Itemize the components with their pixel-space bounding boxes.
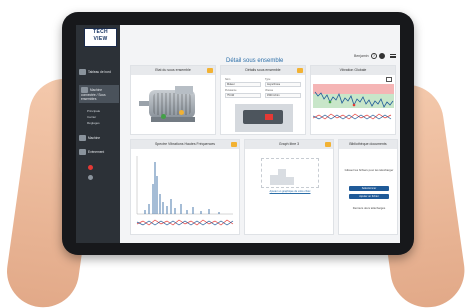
edit-icon[interactable] [207,68,213,73]
sidebar: TECH VIEW Tableau de bord Machine connec… [76,25,120,243]
add-file-button[interactable]: Ajouter un fichier [349,194,389,199]
field-label: Nom [225,78,231,81]
card-vibration: Vibration Globale [310,65,396,135]
sidebar-subitem-principale[interactable]: Principale [87,109,100,113]
card-title: Graph libre 3 [245,140,333,149]
equipment-photo [235,104,293,132]
card-title-text: Etat du sous ensemble [155,68,191,72]
select-file-button[interactable]: Sélectionner [349,186,389,191]
card-state: Etat du sous ensemble [130,65,216,135]
field-value: Moteur [225,82,261,87]
field-value: 1500 tr/min [265,93,301,98]
card-free-slot: Graph libre 3 Ajouter un graphique de vo… [244,139,334,235]
alert-badge [88,165,93,170]
field-label: Vitesse [265,89,274,92]
toggle-icon[interactable] [379,53,385,59]
sidebar-item-label: Tableau de bord [88,69,111,74]
card-title: Spectre Vibrations Hautes Fréquences [131,140,239,149]
timeline-wave-red [313,113,392,120]
card-title: Vibration Globale [311,66,395,75]
logo-line2: VIEW [93,36,108,42]
card-spectrum: Spectre Vibrations Hautes Fréquences [130,139,240,235]
recent-docs-label: Derniers docs téléchargés [352,206,386,210]
settings-dot [88,175,93,180]
menu-icon[interactable] [390,54,396,58]
sidebar-item-dashboard[interactable]: Tableau de bord [79,69,119,75]
user-name[interactable]: Benjamin [354,54,369,58]
field-value: 75 kW [225,93,261,98]
techview-logo[interactable]: TECH VIEW [84,28,117,47]
edit-icon[interactable] [325,142,331,147]
card-title-text: Détails sous ensemble [245,68,281,72]
dashboard-icon [79,69,86,75]
status-ok-marker[interactable] [161,114,166,119]
tablet-device: TECH VIEW Tableau de bord Machine connec… [62,12,414,255]
sidebar-item-label: Machine [88,135,101,140]
card-title-text: Spectre Vibrations Hautes Fréquences [154,142,216,146]
field-label: Type [265,78,271,81]
alarm-zone [313,84,394,94]
card-title: Détails sous ensemble [221,66,305,75]
spectrum-chart [136,156,234,226]
empty-graph-placeholder[interactable] [261,158,319,188]
status-warning-marker[interactable] [179,110,184,115]
alarm-point[interactable] [352,103,356,107]
logo-line1: TECH [93,29,108,35]
card-title-text: Bibliothèque documents [349,142,387,146]
photo-scene: TECH VIEW Tableau de bord Machine connec… [0,0,468,308]
motor-illustration [139,84,207,126]
help-icon[interactable]: ? [371,53,377,59]
page-title: Détail sous ensemble [226,58,284,64]
field-label: Puissance [225,89,237,92]
sidebar-subitem-carrier[interactable]: Carrier [87,115,96,119]
machine-icon [79,135,86,141]
timeline-wave-blue [136,220,234,226]
sidebar-item-machine[interactable]: Machine [79,135,119,141]
edit-icon[interactable] [231,142,237,147]
vibration-chart [313,84,394,120]
card-title: Etat du sous ensemble [131,66,215,75]
sidebar-item-events[interactable]: Evènement [79,149,119,155]
card-title: Bibliothèque documents [339,140,397,149]
sidebar-subitem-reglages[interactable]: Réglages [87,121,100,125]
event-point[interactable] [328,100,332,104]
sidebar-item-machine-connected[interactable]: Machine connectée / Sous ensembles [79,85,119,103]
card-documents: Bibliothèque documents Glissez les fichi… [338,139,398,235]
sidebar-item-label: Evènement [88,149,105,154]
app-screen: TECH VIEW Tableau de bord Machine connec… [76,25,400,243]
edit-icon[interactable] [297,68,303,73]
field-value: Asynchrone [265,82,301,87]
drop-zone-text: Glissez les fichiers pour les télécharge… [344,168,394,172]
add-graph-link[interactable]: Ajouter un graphique de votre choix [251,190,329,193]
card-title-text: Graph libre 3 [278,142,300,146]
spectrum-bars [144,162,220,214]
event-icon [79,149,86,155]
card-details: Détails sous ensemble Nom Moteur Type As… [220,65,306,135]
card-title-text: Vibration Globale [339,68,367,72]
chart-placeholder-icon [270,169,294,185]
